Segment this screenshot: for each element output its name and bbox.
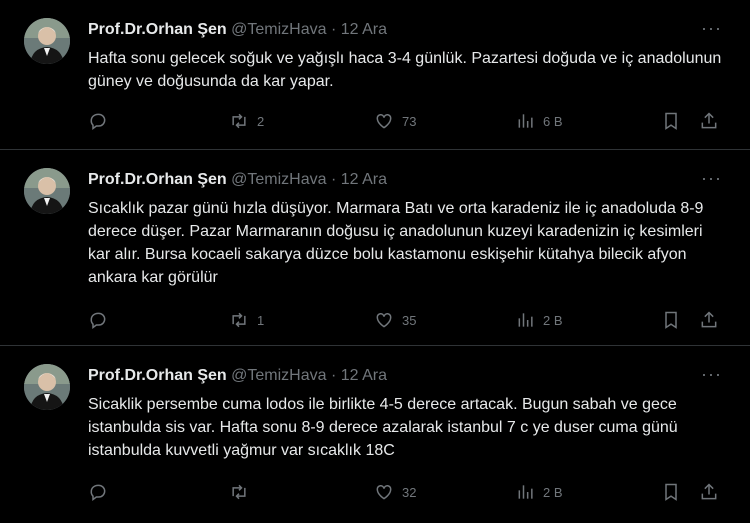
share-icon [699,482,719,502]
tweet-actions: 1 35 2 B [88,309,730,331]
retweet-icon [228,482,250,502]
tweet-text: Sıcaklık pazar günü hızla düşüyor. Marma… [88,200,704,286]
like-button[interactable]: 35 [373,309,416,331]
views-button[interactable]: 2 B [516,481,563,503]
views-count: 2 B [543,484,563,500]
share-button[interactable] [699,309,719,331]
tweet-date[interactable]: 12 Ara [341,367,387,384]
reply-button[interactable] [88,481,115,503]
share-icon [699,111,719,131]
views-button[interactable]: 2 B [516,309,563,331]
author-name[interactable]: Prof.Dr.Orhan Şen [88,171,227,188]
views-icon [516,111,536,131]
retweet-button[interactable]: 1 [228,309,264,331]
reply-icon [88,482,108,502]
tweet-actions: 32 2 B [88,481,730,503]
bookmark-button[interactable] [661,481,681,503]
more-options-icon[interactable]: ··· [701,364,722,384]
avatar[interactable] [24,168,70,214]
tweet-header: Prof.Dr.Orhan Şen @TemizHava · 12 Ara [88,366,387,386]
tweet-date[interactable]: 12 Ara [341,21,387,38]
reply-button[interactable] [88,309,115,331]
tweet-actions: 2 73 6 B [88,110,730,132]
like-button[interactable]: 32 [373,481,416,503]
author-handle[interactable]: @TemizHava [231,21,326,38]
like-count: 73 [402,113,417,129]
separator-dot: · [330,21,337,38]
tweet-header: Prof.Dr.Orhan Şen @TemizHava · 12 Ara [88,170,387,190]
tweet-feed: Prof.Dr.Orhan Şen @TemizHava · 12 Ara ··… [0,0,750,523]
share-icon [699,310,719,330]
bookmark-icon [661,482,681,502]
retweet-icon [228,310,250,330]
bookmark-icon [661,111,681,131]
separator-dot: · [330,171,337,188]
tweet-date[interactable]: 12 Ara [341,171,387,188]
views-icon [516,482,536,502]
author-handle[interactable]: @TemizHava [231,171,326,188]
retweet-count: 1 [257,312,265,328]
reply-icon [88,111,108,131]
views-count: 6 B [543,113,563,129]
like-count: 32 [402,484,417,500]
tweet[interactable]: Prof.Dr.Orhan Şen @TemizHava · 12 Ara ··… [0,346,750,523]
tweet-text: Sicaklik persembe cuma lodos ile birlikt… [88,396,678,459]
more-options-icon[interactable]: ··· [701,168,722,188]
author-name[interactable]: Prof.Dr.Orhan Şen [88,367,227,384]
share-button[interactable] [699,481,719,503]
bookmark-icon [661,310,681,330]
tweet[interactable]: Prof.Dr.Orhan Şen @TemizHava · 12 Ara ··… [0,0,750,150]
tweet-text: Hafta sonu gelecek soğuk ve yağışlı haca… [88,50,722,90]
heart-icon [373,111,395,131]
retweet-icon [228,111,250,131]
avatar[interactable] [24,18,70,64]
separator-dot: · [330,367,337,384]
tweet-header: Prof.Dr.Orhan Şen @TemizHava · 12 Ara [88,20,387,40]
like-button[interactable]: 73 [373,110,416,132]
views-count: 2 B [543,312,563,328]
bookmark-button[interactable] [661,110,681,132]
views-icon [516,310,536,330]
more-options-icon[interactable]: ··· [701,18,722,38]
retweet-button[interactable] [228,481,257,503]
retweet-count: 2 [257,113,265,129]
share-button[interactable] [699,110,719,132]
author-name[interactable]: Prof.Dr.Orhan Şen [88,21,227,38]
author-handle[interactable]: @TemizHava [231,367,326,384]
tweet[interactable]: Prof.Dr.Orhan Şen @TemizHava · 12 Ara ··… [0,150,750,346]
retweet-button[interactable]: 2 [228,110,264,132]
avatar[interactable] [24,364,70,410]
reply-icon [88,310,108,330]
heart-icon [373,482,395,502]
views-button[interactable]: 6 B [516,110,563,132]
heart-icon [373,310,395,330]
reply-button[interactable] [88,110,115,132]
bookmark-button[interactable] [661,309,681,331]
like-count: 35 [402,312,417,328]
